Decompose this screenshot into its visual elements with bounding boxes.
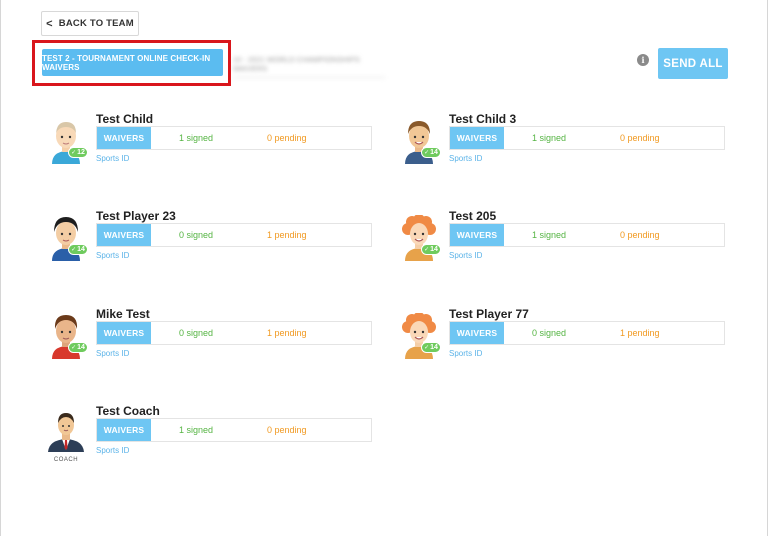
waiver-status-bar: WAIVERS 1 signed 0 pending — [96, 126, 372, 150]
tab-tournament-waivers[interactable]: TEST 2 - TOURNAMENT ONLINE CHECK-IN WAIV… — [42, 49, 223, 76]
age-badge: ✓ 14 — [421, 147, 441, 158]
waivers-button[interactable]: WAIVERS — [450, 224, 504, 246]
avatar: ✓ 12 — [46, 118, 88, 164]
signed-count: 1 signed — [179, 425, 214, 435]
pending-count: 0 pending — [620, 133, 660, 143]
pending-count: 0 pending — [267, 133, 307, 143]
waivers-button[interactable]: WAIVERS — [97, 127, 151, 149]
sports-id-link[interactable]: Sports ID — [449, 251, 482, 260]
avatar: ✓ 14 — [399, 118, 441, 164]
back-to-team-label: BACK TO TEAM — [58, 18, 134, 29]
waiver-status-bar: WAIVERS 1 signed 0 pending — [96, 418, 372, 442]
player-name: Test Coach — [96, 404, 160, 418]
player-card: COACH Test Coach WAIVERS 1 signed 0 pend… — [46, 404, 376, 480]
waiver-status-bar: WAIVERS 1 signed 0 pending — [449, 223, 725, 247]
pending-count: 1 pending — [267, 328, 307, 338]
waivers-button[interactable]: WAIVERS — [97, 419, 151, 441]
pending-count: 1 pending — [620, 328, 660, 338]
waivers-button[interactable]: WAIVERS — [97, 322, 151, 344]
avatar: ✓ 14 — [399, 214, 441, 261]
waiver-status-bar: WAIVERS 0 signed 1 pending — [96, 223, 372, 247]
avatar — [46, 410, 86, 456]
signed-count: 0 signed — [532, 328, 567, 338]
signed-count: 1 signed — [532, 230, 567, 240]
signed-count: 0 signed — [179, 230, 214, 240]
player-name: Test Player 77 — [449, 307, 529, 321]
player-name: Test Child 3 — [449, 112, 517, 126]
sports-id-link[interactable]: Sports ID — [96, 446, 129, 455]
player-card: ✓ 14 Mike Test WAIVERS 0 signed 1 pending… — [46, 307, 376, 383]
waivers-button[interactable]: WAIVERS — [450, 322, 504, 344]
sports-id-link[interactable]: Sports ID — [96, 154, 129, 163]
avatar: ✓ 14 — [46, 313, 88, 359]
pending-count: 1 pending — [267, 230, 307, 240]
player-name: Test Child — [96, 112, 154, 126]
send-all-button[interactable]: SEND ALL — [658, 48, 728, 79]
back-to-team-button[interactable]: < BACK TO TEAM — [41, 11, 139, 36]
coach-label: COACH — [53, 457, 79, 463]
age-badge: ✓ 12 — [68, 147, 88, 158]
age-badge: ✓ 14 — [421, 342, 441, 353]
player-card: ✓ 14 Test Player 23 WAIVERS 0 signed 1 pe… — [46, 209, 376, 285]
age-badge: ✓ 14 — [68, 244, 88, 255]
pending-count: 0 pending — [267, 425, 307, 435]
player-card: ✓ 12 Test Child WAIVERS 1 signed 0 pendin… — [46, 112, 376, 188]
avatar: ✓ 14 — [399, 312, 441, 359]
waiver-status-bar: WAIVERS 0 signed 1 pending — [449, 321, 725, 345]
signed-count: 1 signed — [532, 133, 567, 143]
age-badge: ✓ 14 — [421, 244, 441, 255]
player-name: Mike Test — [96, 307, 150, 321]
age-badge: ✓ 14 — [68, 342, 88, 353]
avatar: ✓ 14 — [46, 215, 88, 261]
pending-count: 0 pending — [620, 230, 660, 240]
player-card: ✓ 14 Test 205 WAIVERS 1 signed 0 pending … — [399, 209, 729, 285]
sports-id-link[interactable]: Sports ID — [96, 251, 129, 260]
tab-other-waivers[interactable]: 10 - 2021 WORLD CHAMPIONSHIPS WAIVERS — [233, 50, 385, 78]
chevron-left-icon: < — [46, 17, 53, 30]
player-name: Test Player 23 — [96, 209, 176, 223]
waivers-button[interactable]: WAIVERS — [97, 224, 151, 246]
signed-count: 0 signed — [179, 328, 214, 338]
signed-count: 1 signed — [179, 133, 214, 143]
sports-id-link[interactable]: Sports ID — [449, 154, 482, 163]
waivers-button[interactable]: WAIVERS — [450, 127, 504, 149]
info-icon[interactable]: i — [637, 54, 649, 66]
sports-id-link[interactable]: Sports ID — [449, 349, 482, 358]
player-card: ✓ 14 Test Player 77 WAIVERS 0 signed 1 pe… — [399, 307, 729, 383]
player-card: ✓ 14 Test Child 3 WAIVERS 1 signed 0 pend… — [399, 112, 729, 188]
waiver-status-bar: WAIVERS 0 signed 1 pending — [96, 321, 372, 345]
waiver-status-bar: WAIVERS 1 signed 0 pending — [449, 126, 725, 150]
player-name: Test 205 — [449, 209, 497, 223]
sports-id-link[interactable]: Sports ID — [96, 349, 129, 358]
